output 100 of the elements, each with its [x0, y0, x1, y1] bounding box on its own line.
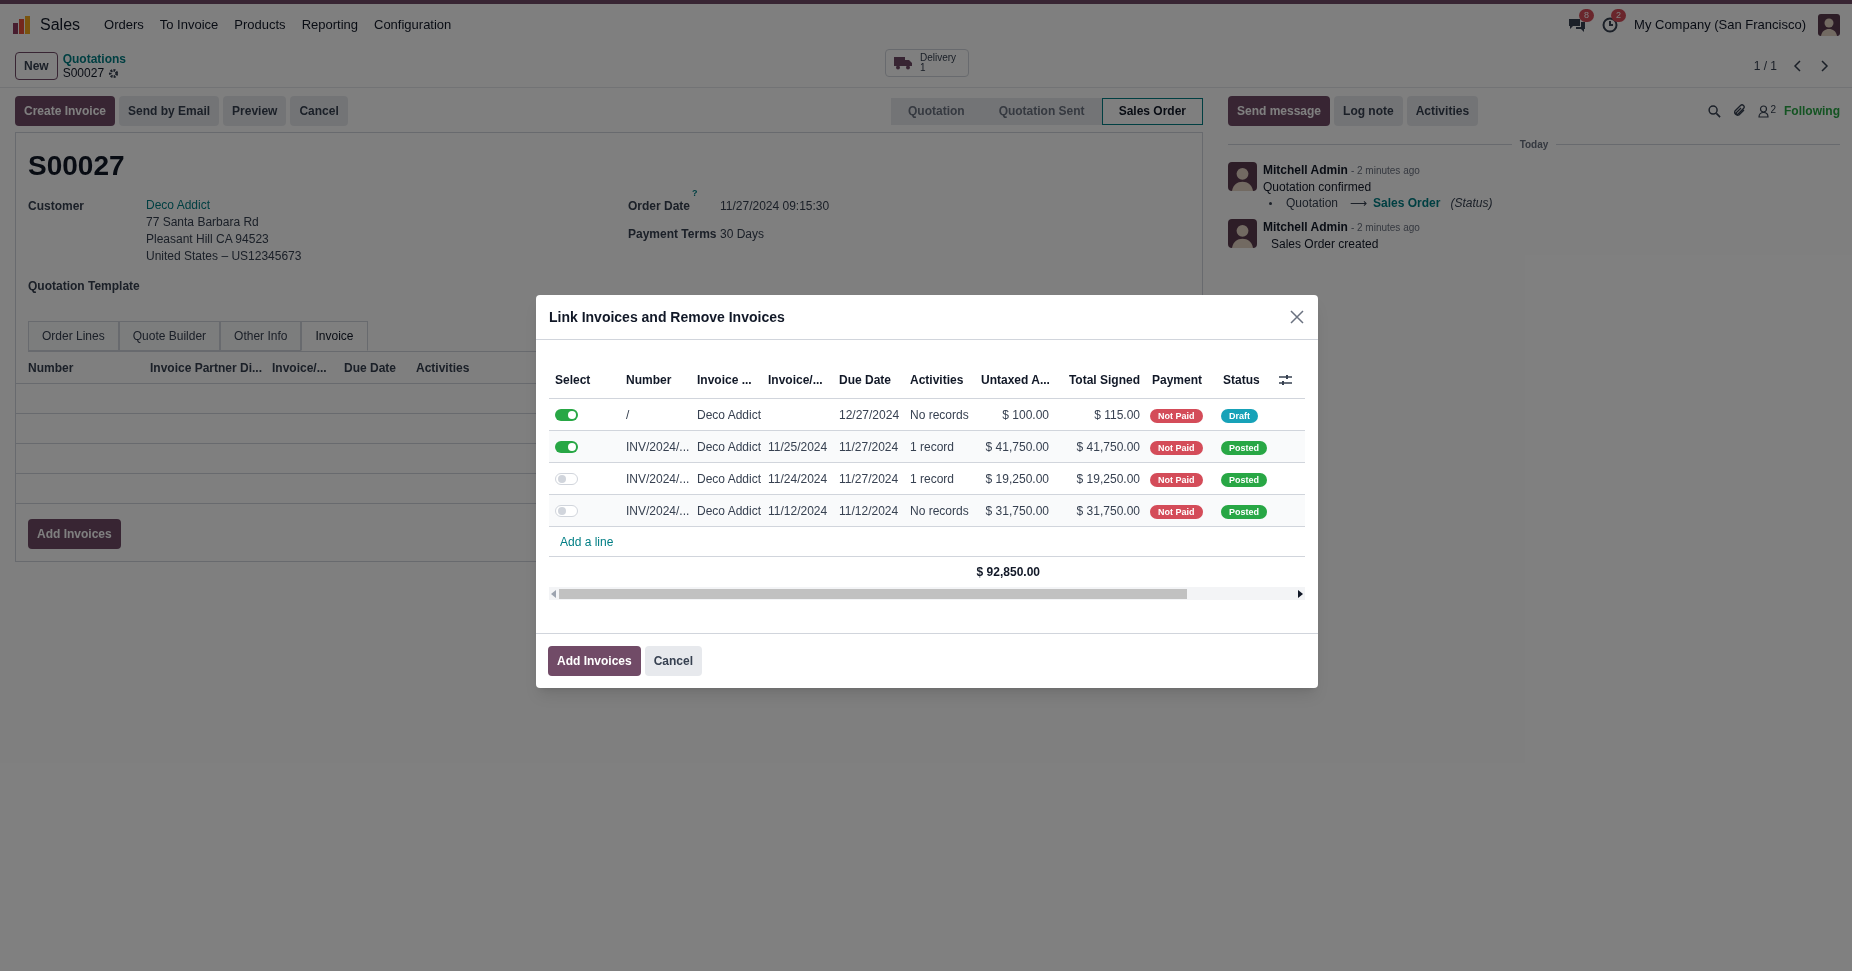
form-tab[interactable]: Quote Builder	[118, 321, 221, 351]
message-time: - 2 minutes ago	[1350, 221, 1420, 235]
column-header: Payment	[1151, 372, 1204, 389]
status-step[interactable]: Sales Order	[1101, 97, 1203, 125]
dialog-button[interactable]: Cancel	[644, 646, 703, 676]
company-name[interactable]: My Company (San Francisco)	[1634, 14, 1806, 35]
toggle-switch[interactable]	[555, 408, 578, 421]
adjust-columns-icon	[1279, 374, 1292, 386]
activity-count-badge: 2	[1611, 8, 1627, 22]
record-title: S00027	[28, 149, 126, 183]
add-invoices-button[interactable]: Add Invoices	[28, 519, 121, 549]
column-header: Total Signed	[1067, 372, 1141, 389]
user-avatar	[1228, 219, 1257, 248]
field-name: (Status)	[1450, 195, 1493, 211]
old-value: Quotation	[1286, 195, 1339, 211]
message-author: Mitchell Admin	[1263, 219, 1348, 235]
field-label: Quotation Template	[28, 278, 141, 295]
table-cell: $ 41,750.00	[985, 439, 1049, 454]
arrow-symbol: ⟶	[1350, 195, 1368, 211]
add-line-link[interactable]: Add a line	[560, 532, 614, 551]
table-cell: 1 record	[910, 439, 955, 454]
field-label: Customer	[28, 198, 85, 215]
table-cell: 12/27/2024	[839, 407, 900, 422]
clock-icon	[1602, 16, 1619, 33]
payment-badge: Not Paid	[1150, 440, 1203, 455]
scroll-left-arrow-icon[interactable]	[551, 589, 557, 598]
table-cell: 11/27/2024	[839, 471, 899, 486]
follower-count: 2	[1770, 104, 1776, 115]
form-tab[interactable]: Invoice	[301, 321, 368, 351]
field-label: Payment Terms	[628, 226, 718, 243]
toggle-switch[interactable]	[555, 472, 578, 485]
user-avatar	[1818, 13, 1840, 36]
address-line: United States – US12345673	[146, 248, 302, 265]
table-cell: /	[626, 407, 630, 422]
paperclip-icon	[1733, 104, 1747, 118]
column-header: Invoice ...	[696, 372, 753, 389]
dialog-title: Link Invoices and Remove Invoices	[549, 307, 786, 327]
new-button[interactable]: New	[15, 52, 58, 80]
smart-button-count: 1	[920, 63, 926, 73]
message-count-badge: 8	[1579, 8, 1595, 22]
horizontal-scrollbar[interactable]	[549, 587, 1305, 600]
status-badge: Posted	[1221, 504, 1267, 519]
truck-icon	[894, 56, 912, 70]
status-step[interactable]: Quotation	[890, 97, 982, 125]
delivery-smart-button[interactable]: Delivery 1	[885, 49, 969, 77]
column-header: Number	[625, 372, 673, 389]
action-button[interactable]: Create Invoice	[15, 96, 116, 126]
payment-badge: Not Paid	[1150, 504, 1203, 519]
form-tab[interactable]: Other Info	[220, 321, 302, 351]
pager-value: 1 / 1	[1753, 58, 1777, 75]
gear-icon	[108, 67, 120, 79]
table-cell: $ 31,750.00	[1076, 503, 1140, 518]
scrollbar-thumb[interactable]	[559, 588, 1187, 599]
status-badge: Posted	[1221, 440, 1267, 455]
column-header: Invoice/...	[767, 372, 824, 389]
message-author: Mitchell Admin	[1263, 162, 1348, 178]
search-icon	[1708, 104, 1722, 118]
form-tab[interactable]: Order Lines	[28, 321, 119, 351]
column-header: Number	[28, 359, 75, 377]
following-button[interactable]: Following	[1784, 102, 1840, 120]
chatter-button[interactable]: Log note	[1334, 96, 1403, 126]
table-cell: 11/12/2024	[839, 503, 899, 518]
chatter-button[interactable]: Send message	[1228, 96, 1331, 126]
toggle-switch[interactable]	[555, 504, 578, 517]
chatter-button[interactable]: Activities	[1406, 96, 1479, 126]
breadcrumb-link[interactable]: Quotations	[62, 52, 126, 66]
app-name-link[interactable]: Sales	[40, 12, 81, 37]
action-button[interactable]: Preview	[223, 96, 287, 126]
action-button[interactable]: Cancel	[290, 96, 348, 126]
scroll-right-arrow-icon[interactable]	[1297, 589, 1303, 598]
table-cell: 11/12/2024	[768, 503, 828, 518]
table-cell: No records	[910, 407, 969, 422]
new-value: Sales Order	[1373, 195, 1441, 211]
menu-item[interactable]: Products	[226, 14, 294, 35]
address-line: 77 Santa Barbara Rd	[146, 214, 260, 231]
dialog-button[interactable]: Add Invoices	[548, 646, 641, 676]
record-name: S00027	[62, 66, 105, 80]
table-cell: $ 115.00	[1094, 407, 1140, 422]
payment-badge: Not Paid	[1150, 472, 1203, 487]
column-header: Activities	[909, 372, 965, 389]
action-button[interactable]: Send by Email	[119, 96, 220, 126]
status-badge: Posted	[1221, 472, 1267, 487]
field-value: 11/27/2024 09:15:30	[720, 198, 830, 215]
table-cell: $ 41,750.00	[1076, 439, 1140, 454]
menu-item[interactable]: To Invoice	[151, 14, 227, 35]
table-cell: INV/2024/...	[626, 471, 690, 486]
close-button[interactable]	[1289, 309, 1305, 325]
message-time: - 2 minutes ago	[1350, 164, 1420, 178]
table-cell: 11/24/2024	[768, 471, 828, 486]
menu-item[interactable]: Orders	[96, 14, 152, 35]
status-step[interactable]: Quotation Sent	[981, 97, 1102, 125]
customer-link[interactable]: Deco Addict	[146, 197, 302, 214]
app-logo-icon	[12, 14, 32, 35]
table-cell: $ 19,250.00	[985, 471, 1049, 486]
toggle-switch[interactable]	[555, 440, 578, 453]
table-cell: $ 19,250.00	[1076, 471, 1140, 486]
untaxed-total: $ 92,850.00	[975, 564, 1041, 581]
menu-item[interactable]: Configuration	[366, 14, 460, 35]
menu-item[interactable]: Reporting	[293, 14, 366, 35]
table-cell: Deco Addict	[697, 471, 762, 486]
